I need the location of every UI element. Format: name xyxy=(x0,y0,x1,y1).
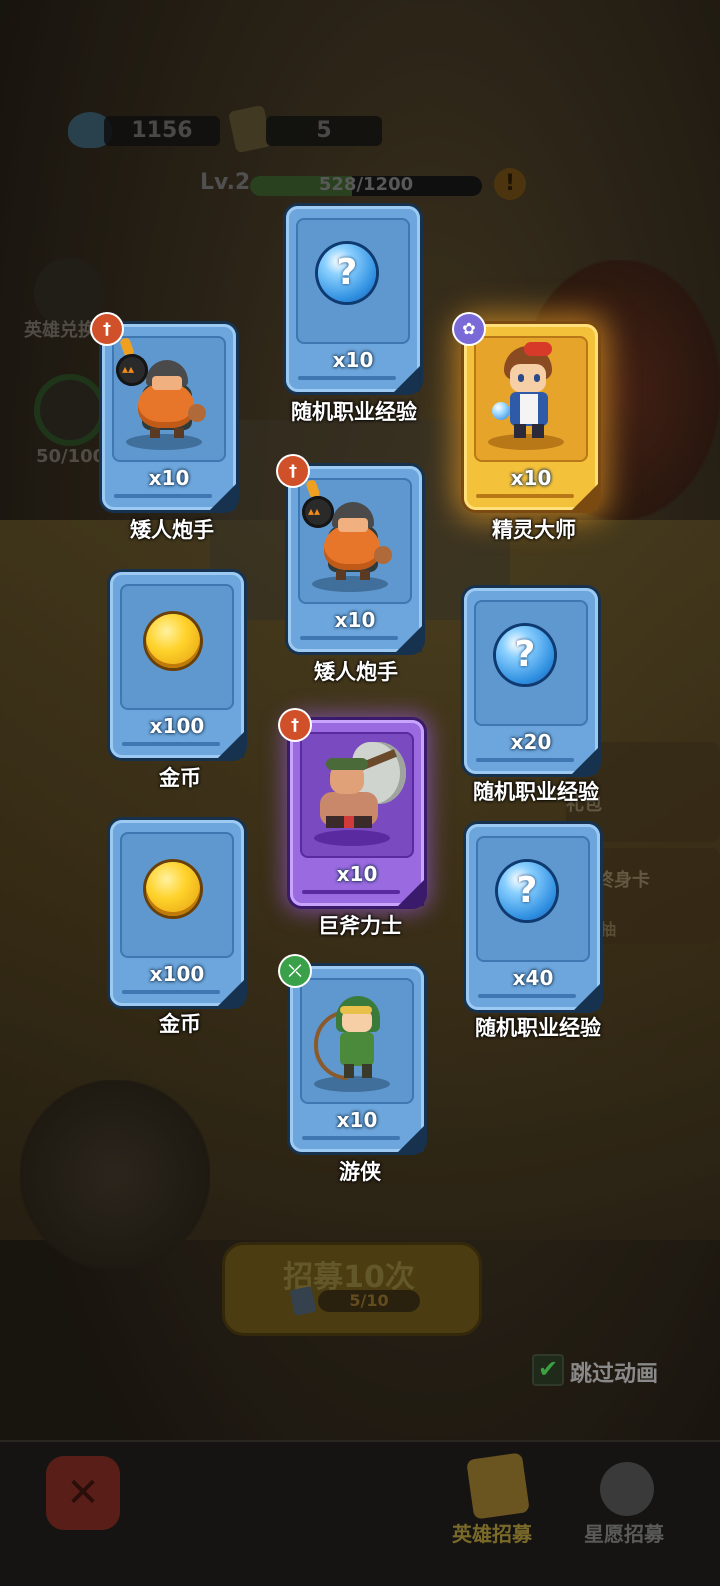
close-icon[interactable]: ✕ xyxy=(46,1456,120,1530)
reward-name: 精灵大师 xyxy=(492,518,576,542)
hero-recruit-tab-icon[interactable] xyxy=(466,1452,530,1520)
reward-card-6[interactable]: ? x20 xyxy=(464,588,598,774)
reward-card-10[interactable]: x10 ⤫ xyxy=(280,956,424,1152)
question-orb-icon: ? xyxy=(496,626,554,684)
gold-coin-icon xyxy=(146,614,200,668)
reward-name: 巨斧力士 xyxy=(318,914,402,938)
reward-name: 矮人炮手 xyxy=(314,660,398,684)
dwarf-gunner-icon xyxy=(152,376,182,390)
tab-hero-recruit[interactable]: 英雄招募 xyxy=(452,1518,532,1547)
sword-class-icon: † xyxy=(278,456,308,486)
skip-animation-checkbox[interactable]: ✔ xyxy=(532,1354,564,1386)
star-recruit-tab-icon[interactable] xyxy=(600,1462,654,1516)
reward-card-1[interactable]: ? x10 xyxy=(286,206,420,392)
reward-card-9[interactable]: ? x40 xyxy=(466,824,600,1010)
question-orb-icon: ? xyxy=(498,862,556,920)
gold-coin-icon xyxy=(146,862,200,916)
reward-name: 矮人炮手 xyxy=(130,518,214,542)
reward-card-8[interactable]: x100 xyxy=(110,820,244,1006)
reward-card-7[interactable]: x10 † xyxy=(280,710,424,906)
reward-name: 随机职业经验 xyxy=(473,780,599,804)
reward-card-5[interactable]: x100 xyxy=(110,572,244,758)
paw-class-icon: ✿ xyxy=(454,314,484,344)
skip-animation-label[interactable]: 跳过动画 xyxy=(570,1356,658,1388)
sword-class-icon: † xyxy=(280,710,310,740)
reward-name: 游侠 xyxy=(339,1160,381,1184)
reward-card-4[interactable]: ▴▴ x10 † xyxy=(278,456,422,652)
bow-class-icon: ⤫ xyxy=(280,956,310,986)
reward-card-3[interactable]: x10 ✿ xyxy=(454,314,598,510)
tab-star-recruit[interactable]: 星愿招募 xyxy=(584,1518,664,1547)
reward-name: 随机职业经验 xyxy=(291,400,417,424)
reward-name: 随机职业经验 xyxy=(475,1016,601,1040)
reward-name: 金币 xyxy=(159,1012,201,1036)
reward-card-2[interactable]: ▴▴ x10 † xyxy=(92,314,236,510)
sword-class-icon: † xyxy=(92,314,122,344)
question-orb-icon: ? xyxy=(318,244,376,302)
reward-name: 金币 xyxy=(159,766,201,790)
dwarf-gunner-icon xyxy=(338,518,368,532)
spirit-master-icon xyxy=(510,364,546,392)
